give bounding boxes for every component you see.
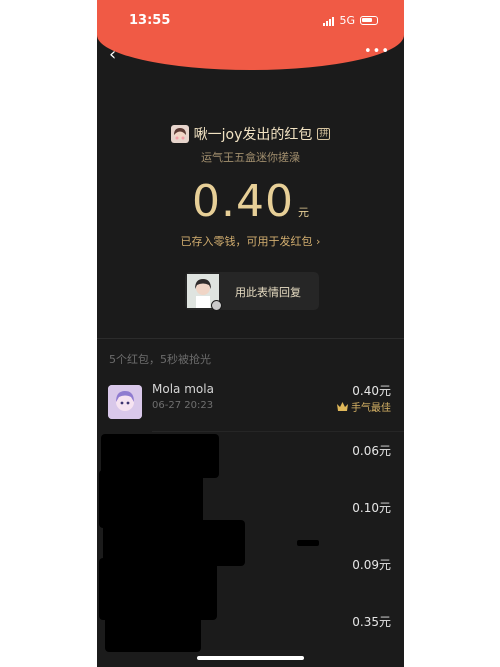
redaction-mark [99, 558, 217, 620]
receiver-amount: 0.10元 [352, 501, 391, 515]
best-luck-badge: 手气最佳 [337, 399, 391, 414]
reply-label: 用此表情回复 [235, 286, 301, 299]
receiver-avatar [108, 385, 142, 419]
amount-unit: 元 [297, 206, 309, 219]
status-indicators: 5G [323, 14, 378, 27]
battery-icon [360, 16, 378, 25]
crown-icon [337, 402, 348, 411]
sender-row: 啾一joy发出的红包 拼 [97, 124, 404, 144]
reply-with-sticker-button[interactable]: 用此表情回复 [185, 272, 319, 311]
receiver-amount: 0.09元 [352, 558, 391, 572]
deposit-link[interactable]: 已存入零钱，可用于发红包 › [97, 233, 404, 249]
best-luck-label: 手气最佳 [351, 403, 391, 414]
received-amount: 0.40 [192, 176, 294, 227]
sender-avatar [170, 125, 189, 143]
redaction-mark [105, 612, 201, 652]
status-bar: 13:55 5G [97, 0, 404, 40]
more-icon[interactable]: ••• [364, 44, 390, 59]
red-packet-screen: 13:55 5G ‹ ••• 啾一joy发出的红包 拼 运气王五盒迷你搓澡 0.… [97, 0, 404, 667]
signal-icon [323, 16, 335, 26]
status-time: 13:55 [129, 13, 171, 28]
back-icon[interactable]: ‹ [109, 44, 116, 65]
pin-badge: 拼 [317, 128, 331, 140]
claim-summary: 5个红包，5秒被抢光 [109, 353, 211, 366]
receiver-row[interactable]: Mola mola 06-27 20:23 0.40元 手气最佳 [97, 375, 404, 432]
redaction-mark [297, 540, 319, 546]
amount-row: 0.40 元 [97, 176, 404, 227]
sticker-badge-icon [211, 300, 222, 311]
envelope-subtitle: 运气王五盒迷你搓澡 [201, 151, 300, 164]
home-indicator[interactable] [197, 656, 304, 660]
section-divider [97, 338, 404, 339]
receiver-amount: 0.35元 [352, 615, 391, 629]
sender-title: 啾一joy发出的红包 [193, 127, 313, 143]
receiver-amount: 0.40元 [352, 384, 391, 398]
receiver-amount: 0.06元 [352, 444, 391, 458]
receiver-time: 06-27 20:23 [152, 400, 214, 411]
network-label: 5G [339, 14, 355, 27]
receiver-name: Mola mola [152, 382, 214, 396]
